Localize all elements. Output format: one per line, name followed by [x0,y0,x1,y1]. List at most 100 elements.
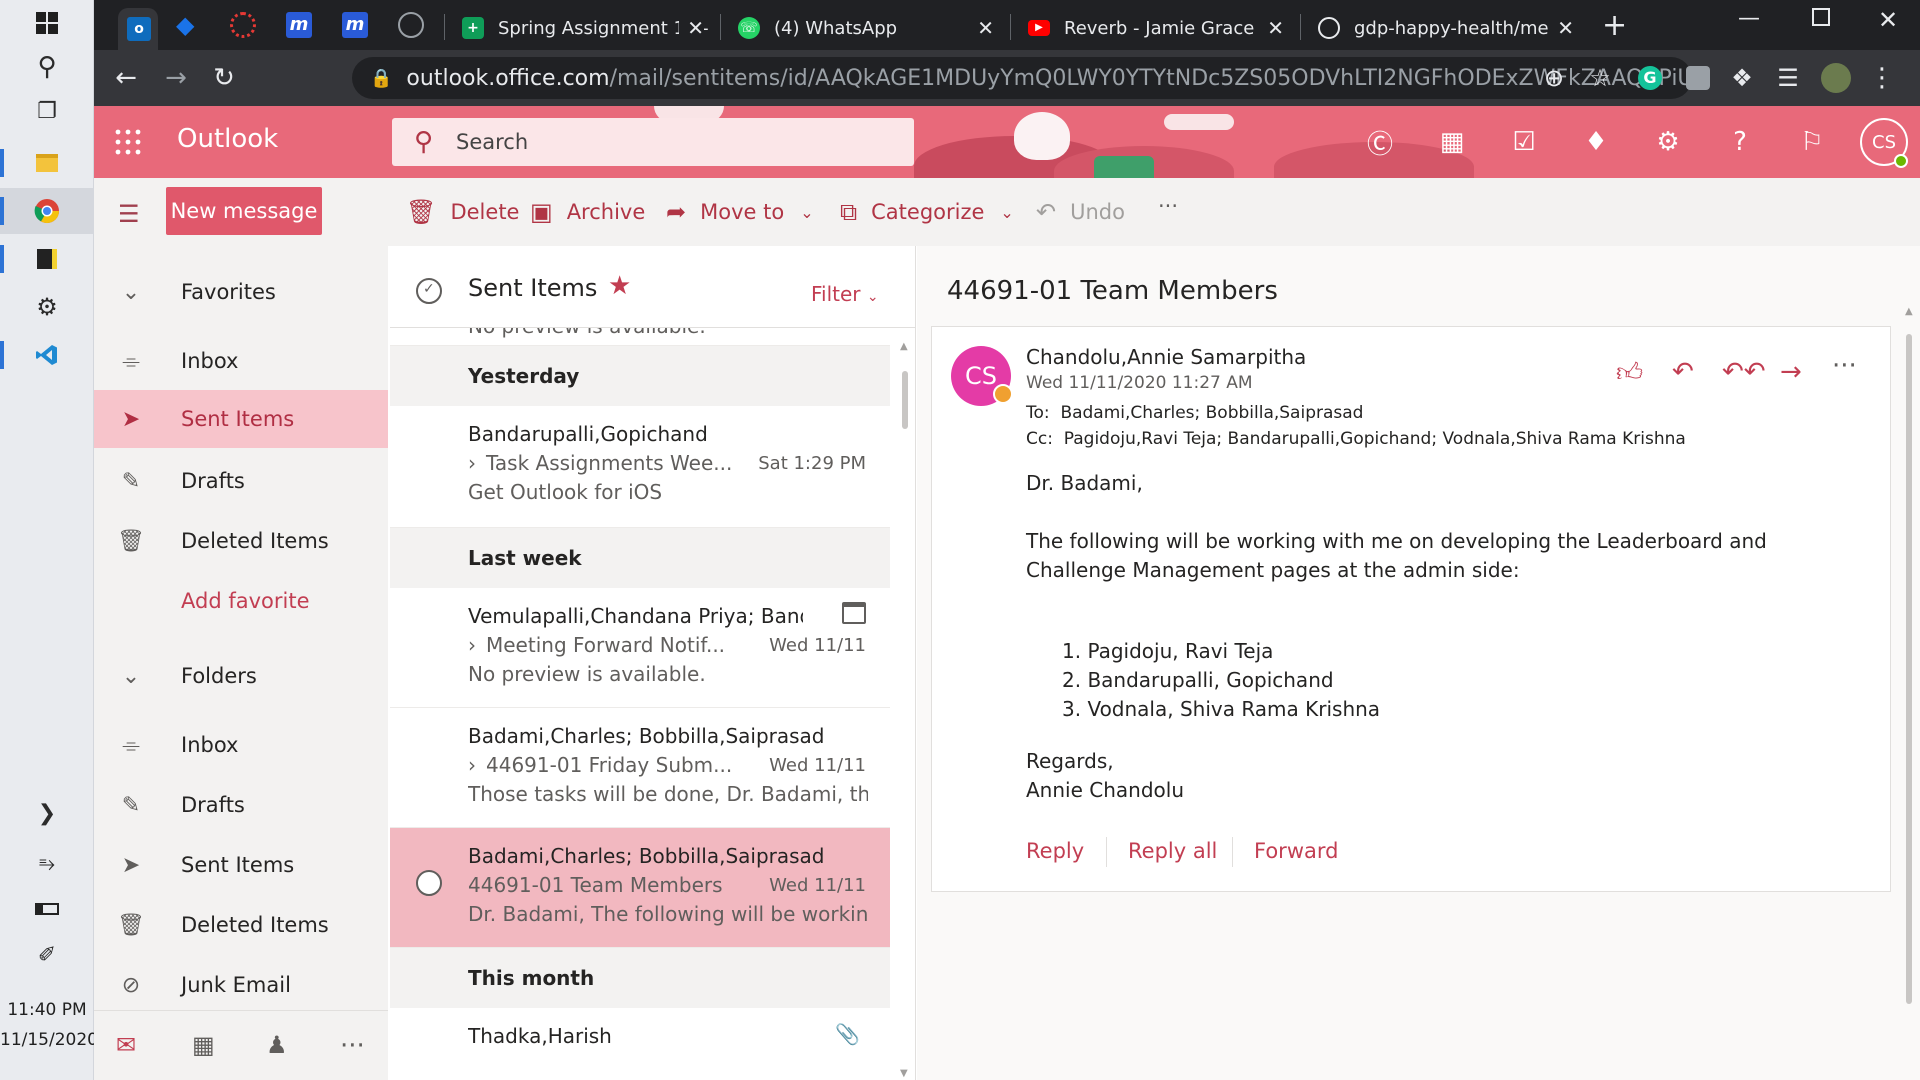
pinned-tab-github-icon[interactable] [398,12,424,38]
pinned-tab-diamond-icon[interactable]: ◆ [176,13,200,37]
folder-deleted-items[interactable]: 🗑 Deleted Items [94,896,388,954]
forward-arrow-icon[interactable]: → [1780,357,1802,387]
pen-icon[interactable]: ✐ [0,932,94,978]
sender-avatar[interactable]: CS [951,346,1013,406]
folders-section-header[interactable]: ⌄ Folders [94,647,388,705]
list-item[interactable]: No preview is available. [390,328,890,346]
app-launcher-waffle-icon[interactable] [114,128,142,156]
notifications-bell-icon[interactable]: ♦ [1576,122,1616,162]
file-explorer-icon[interactable] [0,140,94,186]
restore-window-icon[interactable] [1812,8,1830,26]
more-actions-button[interactable]: ··· [1832,351,1857,381]
extensions-puzzle-icon[interactable]: ❖ [1724,60,1760,96]
reply-all-icon[interactable]: ↶↶ [1722,357,1766,387]
skype-icon[interactable]: Ⓒ [1360,122,1400,162]
minimize-window-icon[interactable]: — [1738,6,1760,31]
battery-icon[interactable] [0,886,94,932]
tab-close-icon[interactable]: ✕ [1549,16,1574,40]
reply-arrow-icon[interactable]: ↶ [1672,357,1694,387]
reply-link[interactable]: Reply [1026,839,1084,863]
reply-all-link[interactable]: Reply all [1128,839,1217,863]
scrollbar-thumb[interactable] [1906,334,1912,1004]
media-queue-icon[interactable]: ☰ [1770,60,1806,96]
my-day-icon[interactable]: ☑ [1504,122,1544,162]
new-tab-plus-icon[interactable]: + [1602,8,1627,43]
folder-junk-email[interactable]: ⊘ Junk Email [94,956,388,1014]
close-window-icon[interactable]: ✕ [1878,6,1898,34]
search-icon[interactable]: ⚲ [0,44,94,90]
message-list-scrollbar[interactable]: ▲ ▼ [894,341,915,1080]
folder-sent-items[interactable]: ➤ Sent Items [94,836,388,894]
network-icon[interactable]: ⥱ [0,840,94,886]
favorite-deleted-items[interactable]: 🗑 Deleted Items [94,512,388,570]
tab-outlook-active[interactable]: o [118,8,158,50]
favorite-star-icon[interactable]: ★ [608,271,631,301]
profile-avatar-icon[interactable] [1818,60,1854,96]
pinned-tab-red-icon[interactable] [230,12,256,38]
windows-start-icon[interactable] [0,0,94,46]
chrome-menu-icon[interactable]: ⋮ [1864,60,1900,96]
settings-gear-icon[interactable]: ⚙ [0,284,94,330]
move-to-button[interactable]: ➦ Move to ⌄ [666,198,814,226]
like-thumbs-up-icon[interactable]: 👍︎ [1616,357,1643,388]
reload-icon[interactable]: ↻ [206,60,242,96]
help-question-icon[interactable]: ? [1720,122,1760,162]
people-icon[interactable]: ♟ [266,1031,288,1059]
pinned-tab-m2-icon[interactable]: m [342,12,368,38]
to-value[interactable]: Badami,Charles; Bobbilla,Saiprasad [1060,403,1363,423]
chrome-icon[interactable] [0,188,94,234]
calendar-icon[interactable]: ▦ [192,1031,215,1059]
table-row-selected[interactable]: Badami,Charles; Bobbilla,Saiprasad 44691… [390,828,890,948]
back-arrow-icon[interactable]: ← [108,60,144,96]
reading-pane-scrollbar[interactable]: ▲ [1899,306,1920,1080]
favorite-drafts[interactable]: ✎ Drafts [94,452,388,510]
forward-arrow-icon[interactable]: → [158,60,194,96]
folder-drafts[interactable]: ✎ Drafts [94,776,388,834]
favorite-inbox[interactable]: ⌯ Inbox [94,332,388,390]
install-app-icon[interactable]: ⊕ [1536,60,1572,96]
new-message-button[interactable]: New message [166,187,322,235]
tab-close-icon[interactable]: ✕ [977,16,994,40]
sender-name[interactable]: Chandolu,Annie Samarpitha [1026,345,1306,369]
vscode-icon[interactable] [0,332,94,378]
tab-github-repo[interactable]: gdp-happy-health/med ✕ [1306,6,1584,50]
sticky-notes-icon[interactable] [0,236,94,282]
filter-button[interactable]: Filter ⌄ [811,282,879,306]
undo-button[interactable]: ↶ Undo [1036,198,1125,226]
archive-button[interactable]: ▣ Archive [530,198,645,226]
tab-spring-assignment[interactable]: + Spring Assignment 12 - ✕ [450,6,714,50]
row-select-checkbox[interactable] [416,870,442,896]
table-row[interactable]: Vemulapalli,Chandana Priya; Bandarup › Me… [390,588,890,708]
favorite-sent-items[interactable]: ➤ Sent Items [94,390,388,448]
folder-inbox[interactable]: ⌯ Inbox [94,716,388,774]
delete-button[interactable]: 🗑 Delete [406,198,519,226]
feedback-megaphone-icon[interactable]: ⚐ [1792,122,1832,162]
pinned-tab-m-icon[interactable]: m [286,12,312,38]
extension-icon[interactable] [1680,60,1716,96]
grammarly-extension-icon[interactable]: G [1632,60,1668,96]
scroll-up-arrow-icon[interactable]: ▲ [900,341,908,352]
forward-link[interactable]: Forward [1254,839,1338,863]
scrollbar-thumb[interactable] [902,371,908,429]
scroll-up-arrow-icon[interactable]: ▲ [1905,306,1913,317]
bookmark-star-icon[interactable]: ☆ [1582,60,1618,96]
hamburger-menu-icon[interactable]: ☰ [118,200,140,228]
tab-reverb-youtube[interactable]: ▶ Reverb - Jamie Grace (C ✕ [1016,6,1294,50]
tab-close-icon[interactable]: ✕ [679,16,704,40]
address-bar[interactable]: 🔒 outlook.office.com/mail/sentitems/id/A… [352,57,1692,99]
mail-envelope-icon[interactable]: ✉ [116,1031,136,1059]
favorites-section-header[interactable]: ⌄ Favorites [94,263,388,321]
chevron-right-icon[interactable]: ❯ [0,790,94,836]
tab-whatsapp[interactable]: ☏ (4) WhatsApp ✕ [726,6,1004,50]
tab-close-icon[interactable]: ✕ [1259,16,1284,40]
office-feed-icon[interactable]: ▦ [1432,122,1472,162]
table-row[interactable]: Thadka,Harish 📎 [390,1008,890,1080]
more-apps-button[interactable]: ··· [340,1031,365,1061]
add-favorite-link[interactable]: Add favorite [94,572,388,630]
more-commands-button[interactable]: ··· [1158,194,1178,218]
table-row[interactable]: Badami,Charles; Bobbilla,Saiprasad › 4469… [390,708,890,828]
clock-time[interactable]: 11:40 PM [0,1000,94,1020]
table-row[interactable]: Bandarupalli,Gopichand › Task Assignments… [390,406,890,528]
outlook-brand[interactable]: Outlook [177,124,278,154]
scroll-down-arrow-icon[interactable]: ▼ [900,1068,908,1079]
